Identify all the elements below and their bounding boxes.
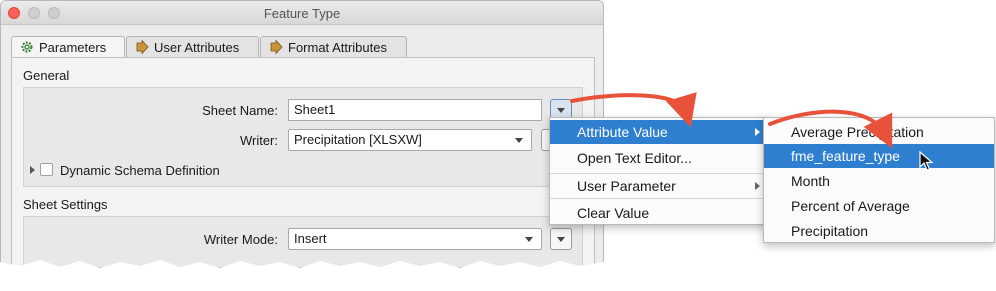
menu-item-open-text-editor[interactable]: Open Text Editor... [550,146,768,170]
sheet-settings-section-label: Sheet Settings [23,197,108,212]
submenu-item-month[interactable]: Month [764,169,994,193]
window-title: Feature Type [263,6,341,21]
tab-parameters-label: Parameters [39,40,107,55]
menu-item-clear-value[interactable]: Clear Value [550,201,768,225]
chevron-down-icon [557,237,565,242]
submenu-item-label: fme_feature_type [791,148,900,164]
tab-parameters[interactable]: Parameters [11,36,125,59]
writer-select[interactable]: Precipitation [XLSXW] [288,129,532,151]
tab-format-attributes[interactable]: Format Attributes [260,36,407,58]
chevron-down-icon [525,237,533,242]
writer-mode-select[interactable]: Insert [288,228,542,250]
arrow-right-icon [269,39,283,55]
chevron-right-icon [755,128,760,136]
submenu-item-label: Average Precipitation [791,124,924,140]
submenu-item-precipitation[interactable]: Precipitation [764,219,994,243]
chevron-down-icon [557,108,565,113]
tab-format-attributes-label: Format Attributes [288,40,387,55]
writer-label: Writer: [239,133,278,148]
menu-item-user-parameter-label: User Parameter [577,178,676,194]
dynamic-schema-label: Dynamic Schema Definition [60,163,220,178]
menu-item-attribute-value[interactable]: Attribute Value [550,120,768,144]
disclosure-triangle-icon[interactable] [30,166,35,174]
attribute-value-submenu: Average Precipitation fme_feature_type M… [763,117,995,243]
feature-type-dialog: Feature Type Parameters User Attributes [0,0,604,268]
parameter-context-menu: Attribute Value Open Text Editor... User… [549,117,769,225]
menu-separator [550,198,768,199]
submenu-item-percent-of-average[interactable]: Percent of Average [764,194,994,218]
arrow-right-icon [135,39,149,55]
menu-item-clear-value-label: Clear Value [577,205,650,221]
dynamic-schema-checkbox[interactable] [40,163,53,176]
title-bar: Feature Type [1,1,603,25]
submenu-item-fme-feature-type[interactable]: fme_feature_type [764,144,994,168]
menu-item-user-parameter[interactable]: User Parameter [550,174,768,198]
submenu-item-label: Precipitation [791,223,869,239]
sheet-settings-group: Writer Mode: Insert [23,216,583,267]
general-section-label: General [23,68,70,83]
writer-mode-value: Insert [294,231,327,246]
sheet-name-label: Sheet Name: [202,103,278,118]
chevron-right-icon [755,182,760,190]
sheet-name-input[interactable]: Sheet1 [288,99,542,121]
submenu-item-label: Month [791,173,830,189]
parameters-panel: General Sheet Name: Sheet1 Writer: Preci… [11,57,595,267]
writer-mode-menu-button[interactable] [550,228,572,250]
writer-select-value: Precipitation [XLSXW] [294,132,422,147]
submenu-item-average-precipitation[interactable]: Average Precipitation [764,120,994,144]
general-group: Sheet Name: Sheet1 Writer: Precipitation… [23,87,583,187]
menu-item-open-text-editor-label: Open Text Editor... [577,150,692,166]
menu-item-attribute-value-label: Attribute Value [577,124,668,140]
tab-user-attributes[interactable]: User Attributes [126,36,259,58]
gear-icon [20,40,34,54]
tab-user-attributes-label: User Attributes [154,40,240,55]
writer-mode-label: Writer Mode: [203,232,278,247]
chevron-down-icon [515,138,523,143]
submenu-item-label: Percent of Average [791,198,910,214]
